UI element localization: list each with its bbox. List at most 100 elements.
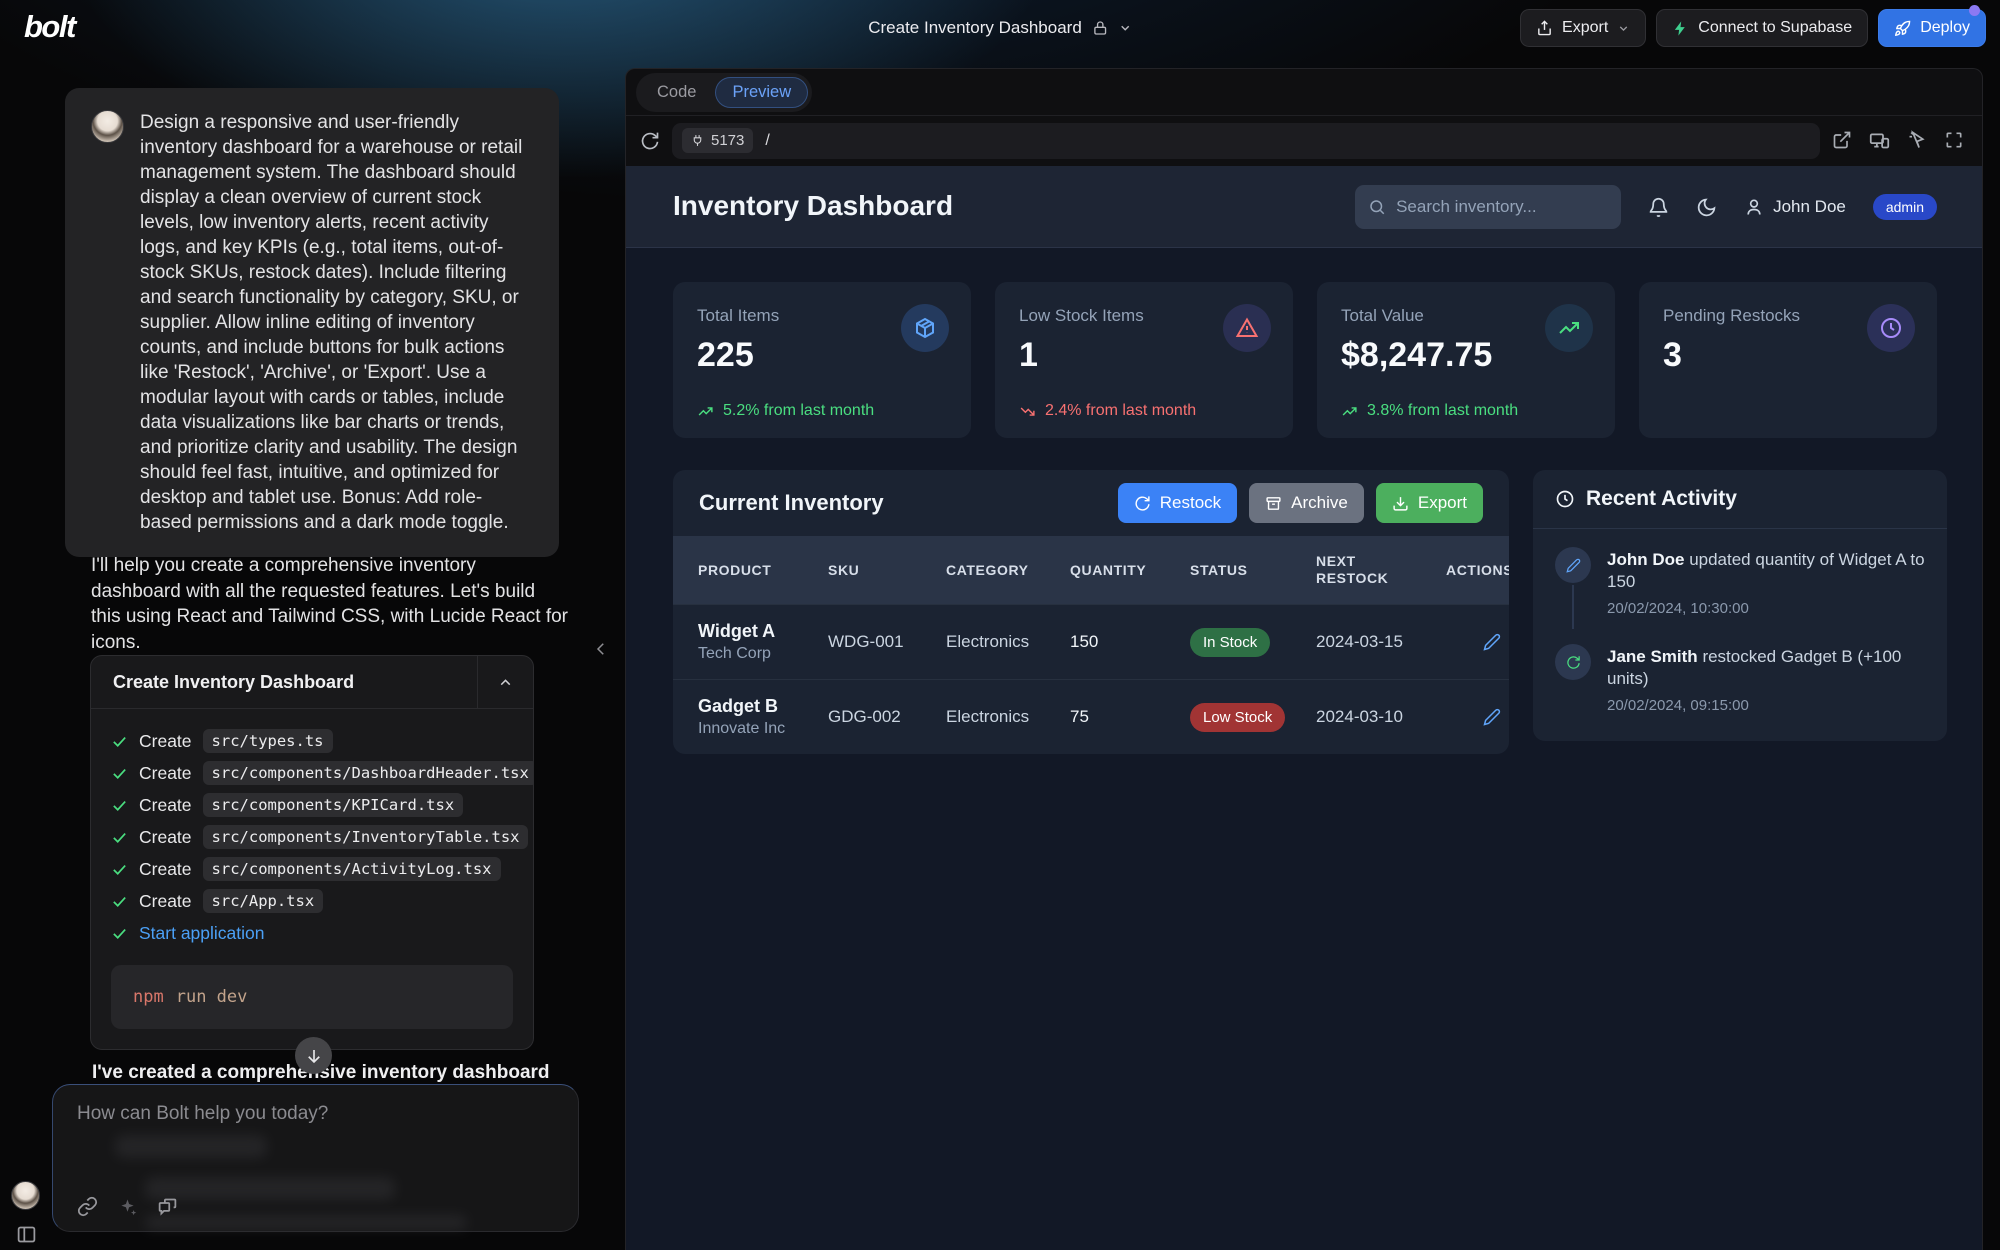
- notification-dot: [1969, 5, 1980, 16]
- file-chip[interactable]: src/types.ts: [203, 729, 333, 753]
- sparkles-icon[interactable]: [117, 1196, 138, 1217]
- current-inventory-panel: Current Inventory Restock Archive Export…: [673, 470, 1509, 754]
- column-header: Quantity: [1070, 536, 1146, 604]
- url-path: /: [765, 132, 769, 150]
- product-category: Electronics: [946, 632, 1029, 652]
- role-badge: admin: [1873, 194, 1937, 220]
- plug-icon: [691, 134, 704, 147]
- edit-pencil-icon[interactable]: [1483, 633, 1501, 651]
- rocket-icon: [1894, 20, 1911, 37]
- build-steps-card: Create Inventory Dashboard Create src/ty…: [90, 655, 534, 1050]
- build-step: Create src/App.tsx: [111, 885, 513, 917]
- clock-icon: [1555, 489, 1575, 509]
- inventory-row[interactable]: Gadget B Innovate Inc GDG-002 Electronic…: [673, 679, 1509, 754]
- file-chip[interactable]: src/components/ActivityLog.tsx: [203, 857, 501, 881]
- export-button[interactable]: Export: [1520, 9, 1646, 47]
- refresh-icon: [1555, 644, 1591, 680]
- product-sku: WDG-001: [828, 632, 904, 652]
- dark-mode-toggle-icon[interactable]: [1696, 197, 1717, 218]
- file-chip[interactable]: src/App.tsx: [203, 889, 324, 913]
- project-title-group[interactable]: Create Inventory Dashboard: [868, 0, 1132, 56]
- product-supplier: Innovate Inc: [698, 720, 785, 738]
- user-message-text: Design a responsive and user-friendly in…: [140, 110, 533, 535]
- inventory-search-input[interactable]: [1396, 197, 1617, 217]
- search-icon: [1368, 198, 1386, 216]
- arrow-down-icon: [305, 1047, 323, 1065]
- reload-icon[interactable]: [640, 131, 660, 151]
- start-application-link[interactable]: Start application: [139, 923, 265, 944]
- column-header: Next Restock: [1316, 536, 1394, 604]
- tab-preview[interactable]: Preview: [715, 77, 808, 108]
- responsive-devices-icon[interactable]: [1869, 130, 1890, 151]
- kpi-trend: 3.8% from last month: [1341, 402, 1518, 420]
- attach-link-icon[interactable]: [77, 1196, 98, 1217]
- inventory-table-header: Product SKU Category Quantity Status Nex…: [673, 536, 1509, 604]
- file-chip[interactable]: src/components/InventoryTable.tsx: [203, 825, 529, 849]
- alert-triangle-icon: [1223, 304, 1271, 352]
- product-quantity[interactable]: 150: [1070, 632, 1098, 652]
- port-pill[interactable]: 5173: [682, 128, 753, 153]
- person-icon: [1744, 197, 1764, 217]
- product-quantity[interactable]: 75: [1070, 707, 1089, 727]
- trending-up-icon: [1545, 304, 1593, 352]
- chevron-down-icon: [1617, 22, 1630, 35]
- restock-button[interactable]: Restock: [1118, 483, 1237, 523]
- build-steps-list: Create src/types.ts Create src/component…: [91, 709, 533, 953]
- app-title: Inventory Dashboard: [673, 190, 953, 222]
- next-restock-date: 2024-03-10: [1316, 707, 1403, 727]
- file-chip[interactable]: src/components/DashboardHeader.tsx: [203, 761, 534, 785]
- export-inventory-button[interactable]: Export: [1376, 483, 1483, 523]
- inventory-search-box: [1355, 185, 1621, 229]
- activity-user: John Doe: [1607, 550, 1684, 569]
- open-external-icon[interactable]: [1832, 130, 1852, 151]
- collapse-chat-chevron[interactable]: [592, 640, 610, 658]
- chat-input-field[interactable]: [77, 1103, 547, 1163]
- archive-icon: [1265, 495, 1282, 512]
- blurred-text: [145, 1177, 395, 1200]
- chat-bubbles-icon[interactable]: [157, 1196, 178, 1217]
- refresh-icon: [1134, 495, 1151, 512]
- check-icon: [111, 797, 128, 814]
- url-input[interactable]: 5173 /: [672, 123, 1820, 159]
- kpi-trend: 5.2% from last month: [697, 402, 874, 420]
- scroll-to-bottom-button[interactable]: [295, 1037, 332, 1074]
- pencil-icon: [1555, 547, 1591, 583]
- account-avatar[interactable]: [11, 1181, 40, 1210]
- project-title: Create Inventory Dashboard: [868, 18, 1082, 38]
- user-menu[interactable]: John Doe: [1744, 197, 1846, 217]
- column-header: Actions: [1446, 536, 1509, 604]
- check-icon: [111, 925, 128, 942]
- sidebar-toggle-icon[interactable]: [16, 1224, 37, 1245]
- build-step: Create src/components/KPICard.tsx: [111, 789, 513, 821]
- blurred-text: [145, 1215, 467, 1230]
- fullscreen-icon[interactable]: [1944, 130, 1964, 151]
- chat-input-box: [52, 1084, 579, 1232]
- inventory-row[interactable]: Widget A Tech Corp WDG-001 Electronics 1…: [673, 604, 1509, 679]
- inspect-cursor-icon[interactable]: [1907, 130, 1927, 151]
- collapse-steps-button[interactable]: [477, 656, 533, 708]
- trend-up-icon: [1341, 403, 1358, 420]
- product-category: Electronics: [946, 707, 1029, 727]
- app-header: Inventory Dashboard: [626, 166, 1982, 248]
- bolt-logo[interactable]: bolt: [24, 9, 75, 45]
- deploy-button[interactable]: Deploy: [1878, 9, 1986, 47]
- download-icon: [1392, 495, 1409, 512]
- connect-supabase-button[interactable]: Connect to Supabase: [1656, 9, 1868, 47]
- chevron-down-icon: [1118, 21, 1132, 35]
- tab-code[interactable]: Code: [640, 77, 713, 108]
- archive-button[interactable]: Archive: [1249, 483, 1364, 523]
- build-step: Create src/types.ts: [111, 725, 513, 757]
- inventory-title: Current Inventory: [699, 490, 1106, 516]
- product-sku: GDG-002: [828, 707, 901, 727]
- edit-pencil-icon[interactable]: [1483, 708, 1501, 726]
- chat-input-toolbar: [77, 1196, 178, 1217]
- activity-item: John Doe updated quantity of Widget A to…: [1555, 547, 1925, 620]
- column-header: Product: [698, 536, 771, 604]
- bell-icon[interactable]: [1648, 197, 1669, 218]
- kpi-card-total-value: Total Value $8,247.75 3.8% from last mon…: [1317, 282, 1615, 438]
- chevron-up-icon: [497, 674, 514, 691]
- next-restock-date: 2024-03-15: [1316, 632, 1403, 652]
- file-chip[interactable]: src/components/KPICard.tsx: [203, 793, 464, 817]
- trend-up-icon: [697, 403, 714, 420]
- trend-down-icon: [1019, 403, 1036, 420]
